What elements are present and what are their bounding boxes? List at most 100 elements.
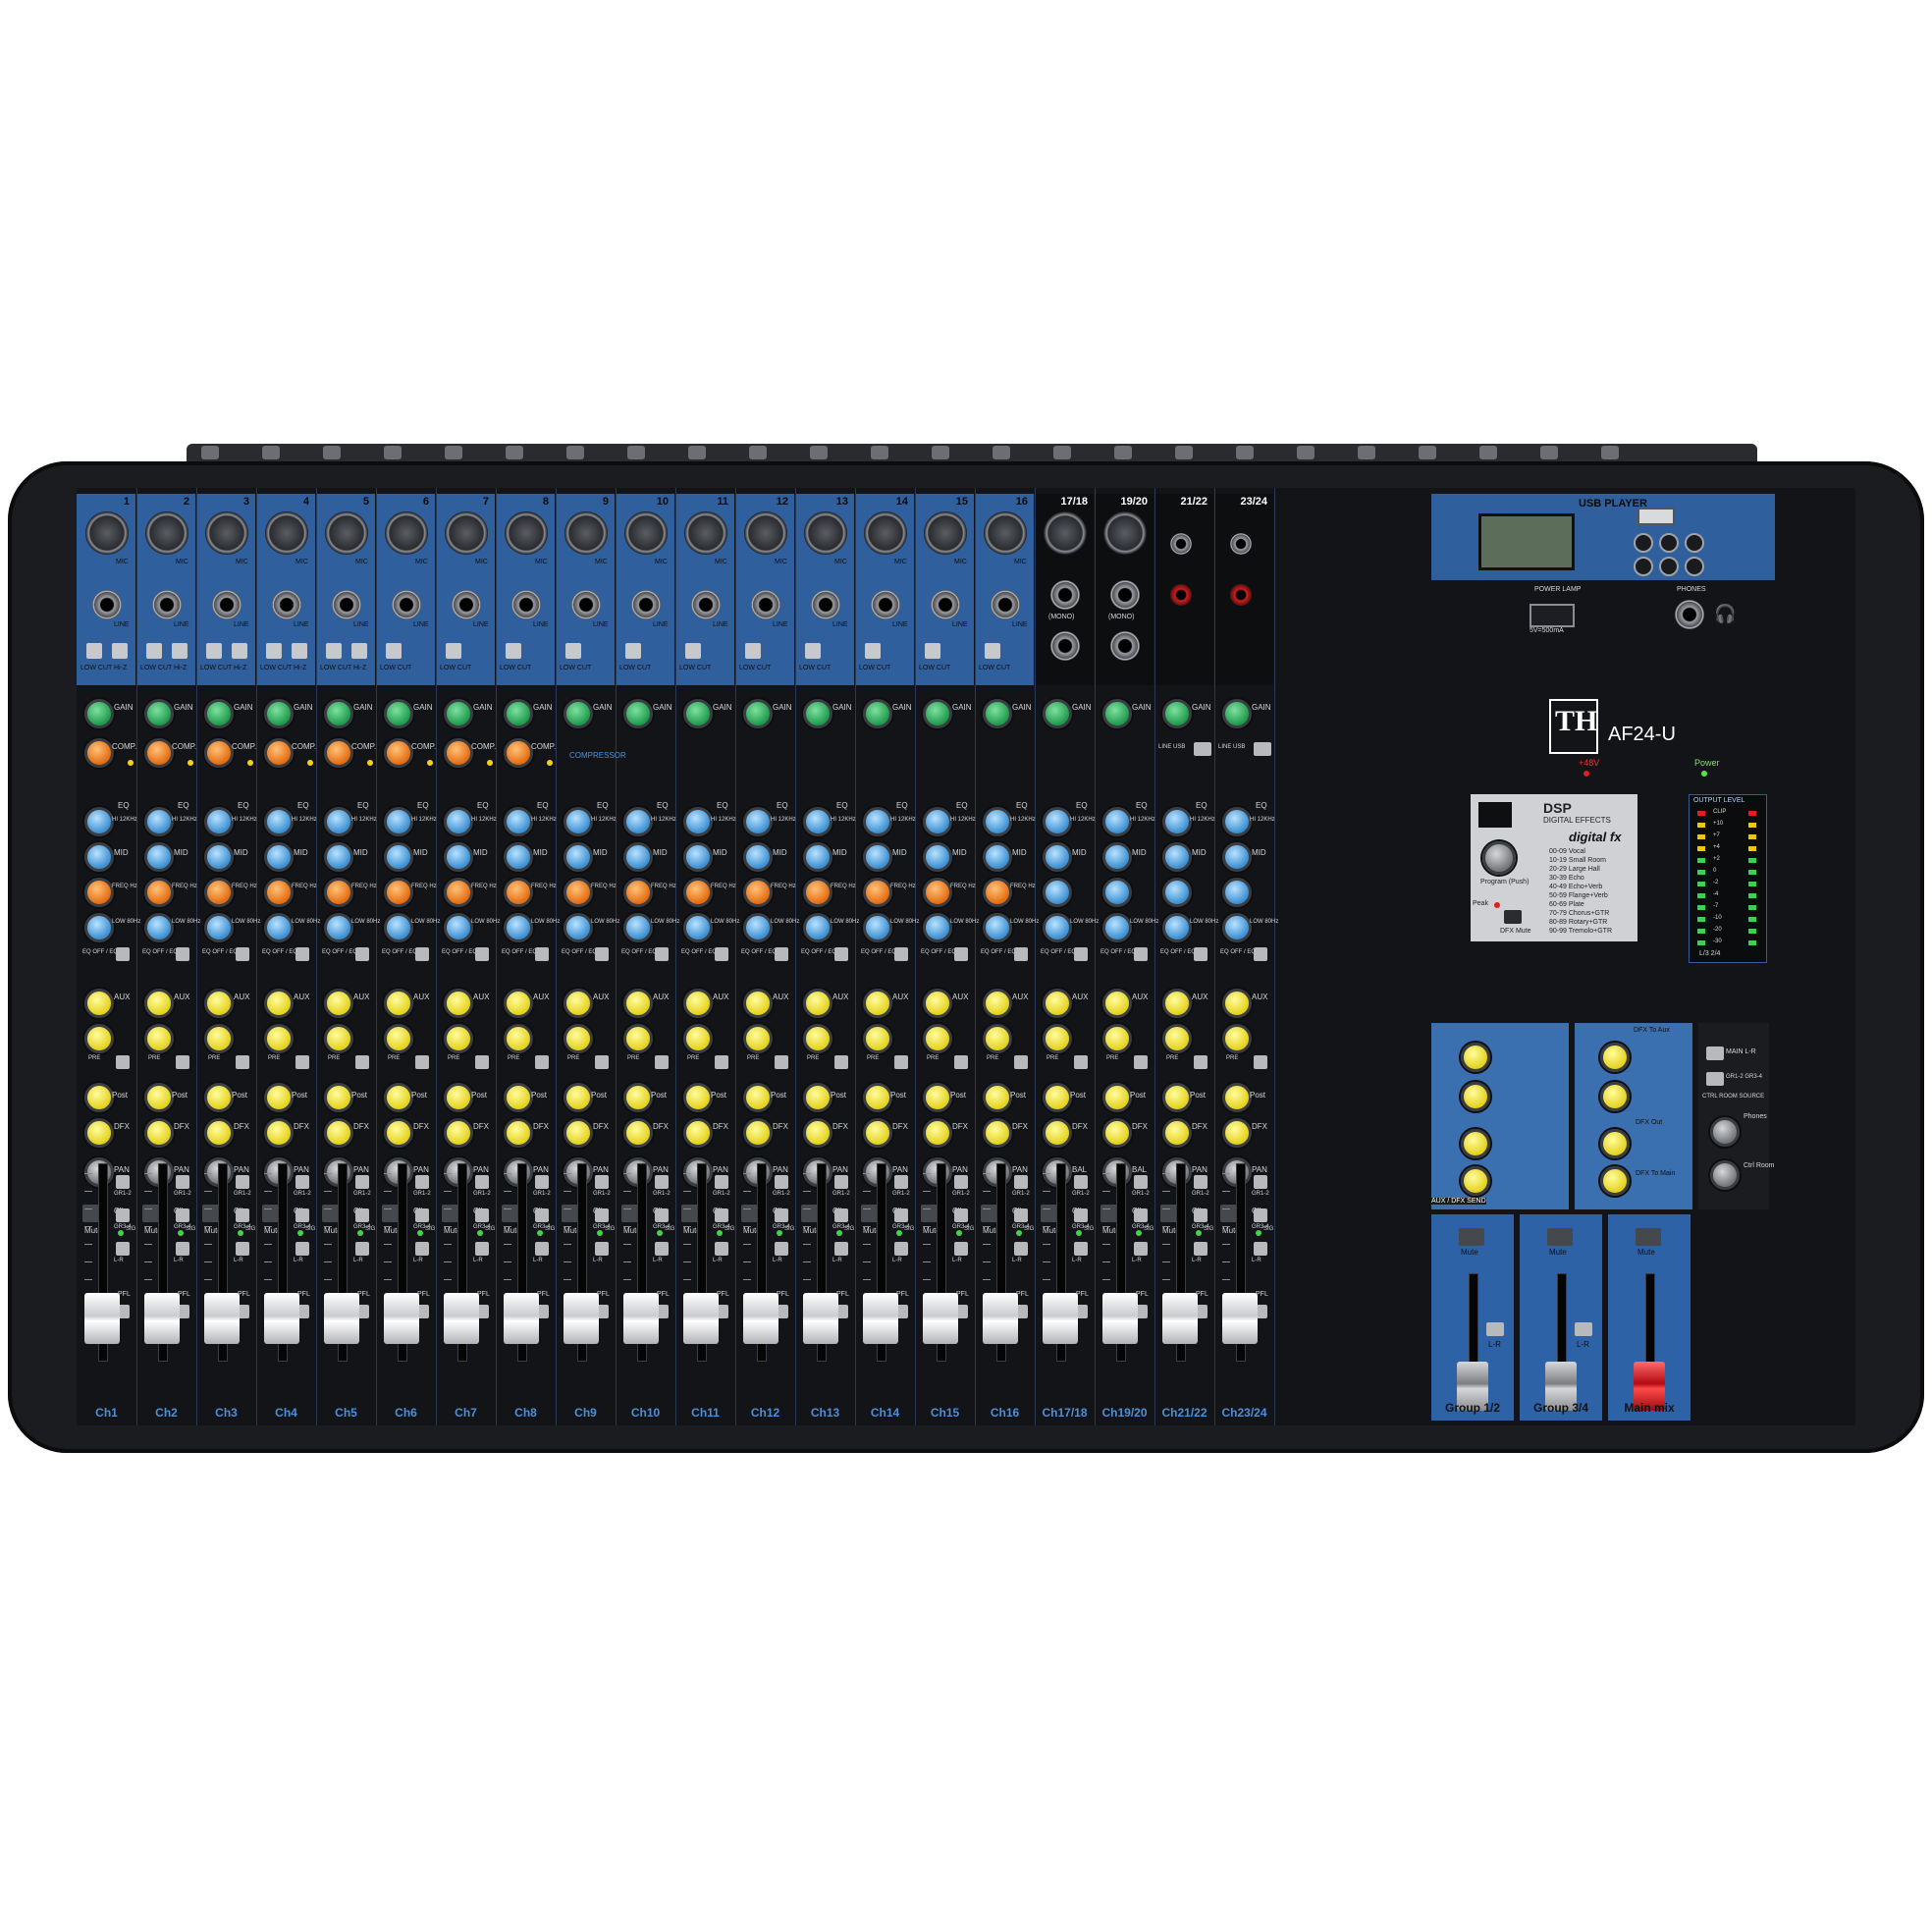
mic-input-xlr-11[interactable] bbox=[683, 511, 727, 555]
mic-input-xlr-6[interactable] bbox=[384, 511, 428, 555]
pre-post-button-17[interactable] bbox=[1074, 1055, 1088, 1069]
dfx-4-knob-14[interactable] bbox=[863, 1118, 892, 1148]
eq-mid-knob-15[interactable] bbox=[923, 842, 952, 872]
group-3-4-mute-button[interactable] bbox=[1547, 1228, 1573, 1246]
aux-1-knob-8[interactable] bbox=[504, 989, 533, 1018]
eq-freq-knob-9[interactable] bbox=[564, 878, 593, 907]
gain-knob-5[interactable] bbox=[324, 699, 353, 728]
channel-fader-5[interactable] bbox=[324, 1293, 359, 1344]
assign-gr12-button-14[interactable] bbox=[894, 1175, 908, 1189]
aux-send-2-knob[interactable] bbox=[1461, 1082, 1490, 1111]
assign-gr34-button-11[interactable] bbox=[715, 1208, 728, 1222]
eq-hi-knob-13[interactable] bbox=[803, 807, 832, 836]
assign-gr12-button-17[interactable] bbox=[1074, 1175, 1088, 1189]
eq-hi-knob-19[interactable] bbox=[1162, 807, 1192, 836]
eq-low-knob-12[interactable] bbox=[743, 913, 773, 942]
assign-gr12-button-13[interactable] bbox=[834, 1175, 848, 1189]
eq-mid-knob-3[interactable] bbox=[204, 842, 234, 872]
aux-2-knob-12[interactable] bbox=[743, 1024, 773, 1053]
aux-3-knob-8[interactable] bbox=[504, 1083, 533, 1112]
dfx-4-knob-16[interactable] bbox=[983, 1118, 1012, 1148]
dfx-4-knob-15[interactable] bbox=[923, 1118, 952, 1148]
aux-1-knob-19[interactable] bbox=[1162, 989, 1192, 1018]
usb-port-icon[interactable] bbox=[1637, 508, 1675, 525]
assign-lr-button-10[interactable] bbox=[655, 1242, 669, 1256]
main-lr-source-button[interactable] bbox=[1706, 1046, 1724, 1060]
eq-low-knob-7[interactable] bbox=[444, 913, 473, 942]
line-input-jack-13[interactable] bbox=[810, 590, 840, 619]
rca-left-jack-19[interactable] bbox=[1170, 533, 1192, 555]
group-3-4-lr-button[interactable] bbox=[1575, 1322, 1592, 1336]
eq-freq-knob-11[interactable] bbox=[683, 878, 713, 907]
aux-2-knob-7[interactable] bbox=[444, 1024, 473, 1053]
group-1-2-lr-button[interactable] bbox=[1486, 1322, 1504, 1336]
dfx-4-knob-7[interactable] bbox=[444, 1118, 473, 1148]
eq-hi-knob-14[interactable] bbox=[863, 807, 892, 836]
gain-knob-20[interactable] bbox=[1222, 699, 1252, 728]
gain-knob-1[interactable] bbox=[84, 699, 114, 728]
channel-fader-18[interactable] bbox=[1102, 1293, 1138, 1344]
dsp-program-knob[interactable] bbox=[1482, 841, 1516, 875]
aux-2-knob-17[interactable] bbox=[1043, 1024, 1072, 1053]
eq-low-knob-4[interactable] bbox=[264, 913, 294, 942]
eq-on-button-3[interactable] bbox=[236, 947, 249, 961]
assign-gr34-button-8[interactable] bbox=[535, 1208, 549, 1222]
assign-lr-button-3[interactable] bbox=[236, 1242, 249, 1256]
aux-3-knob-18[interactable] bbox=[1102, 1083, 1132, 1112]
low-cut-button-1[interactable] bbox=[86, 643, 102, 659]
gain-knob-4[interactable] bbox=[264, 699, 294, 728]
aux-2-knob-20[interactable] bbox=[1222, 1024, 1252, 1053]
line-input-left-jack-18[interactable] bbox=[1109, 580, 1140, 610]
aux-3-knob-7[interactable] bbox=[444, 1083, 473, 1112]
hi-z-button-3[interactable] bbox=[232, 643, 247, 659]
aux-1-knob-14[interactable] bbox=[863, 989, 892, 1018]
low-cut-button-9[interactable] bbox=[565, 643, 581, 659]
assign-lr-button-4[interactable] bbox=[295, 1242, 309, 1256]
channel-fader-20[interactable] bbox=[1222, 1293, 1258, 1344]
aux-1-knob-11[interactable] bbox=[683, 989, 713, 1018]
eq-hi-knob-7[interactable] bbox=[444, 807, 473, 836]
assign-gr34-button-20[interactable] bbox=[1254, 1208, 1267, 1222]
eq-mid-knob-11[interactable] bbox=[683, 842, 713, 872]
low-cut-button-12[interactable] bbox=[745, 643, 761, 659]
dfx-4-knob-6[interactable] bbox=[384, 1118, 413, 1148]
aux-1-knob-17[interactable] bbox=[1043, 989, 1072, 1018]
eq-low-knob-13[interactable] bbox=[803, 913, 832, 942]
gain-knob-17[interactable] bbox=[1043, 699, 1072, 728]
eq-freq-knob-15[interactable] bbox=[923, 878, 952, 907]
assign-gr12-button-6[interactable] bbox=[415, 1175, 429, 1189]
dfx-4-knob-17[interactable] bbox=[1043, 1118, 1072, 1148]
usb-play-button[interactable] bbox=[1634, 533, 1653, 553]
aux-3-knob-4[interactable] bbox=[264, 1083, 294, 1112]
line-input-jack-15[interactable] bbox=[930, 590, 960, 619]
eq-low-knob-11[interactable] bbox=[683, 913, 713, 942]
usb-prev-button[interactable] bbox=[1685, 533, 1704, 553]
pre-post-button-4[interactable] bbox=[295, 1055, 309, 1069]
gain-knob-14[interactable] bbox=[863, 699, 892, 728]
dfx-4-knob-11[interactable] bbox=[683, 1118, 713, 1148]
aux-2-knob-10[interactable] bbox=[623, 1024, 653, 1053]
mic-input-xlr-15[interactable] bbox=[923, 511, 967, 555]
eq-low-knob-2[interactable] bbox=[144, 913, 174, 942]
aux-3-knob-16[interactable] bbox=[983, 1083, 1012, 1112]
assign-gr12-button-2[interactable] bbox=[176, 1175, 189, 1189]
eq-freq-knob-2[interactable] bbox=[144, 878, 174, 907]
line-input-jack-6[interactable] bbox=[391, 590, 421, 619]
eq-mid-low-knob-19[interactable] bbox=[1162, 878, 1192, 907]
aux-send-1-knob[interactable] bbox=[1461, 1043, 1490, 1072]
aux-1-knob-18[interactable] bbox=[1102, 989, 1132, 1018]
eq-hi-knob-8[interactable] bbox=[504, 807, 533, 836]
line-input-jack-8[interactable] bbox=[510, 590, 541, 619]
eq-mid-knob-5[interactable] bbox=[324, 842, 353, 872]
aux-1-knob-16[interactable] bbox=[983, 989, 1012, 1018]
dfx-4-knob-5[interactable] bbox=[324, 1118, 353, 1148]
eq-low-knob-16[interactable] bbox=[983, 913, 1012, 942]
mic-input-xlr-13[interactable] bbox=[803, 511, 847, 555]
assign-gr34-button-7[interactable] bbox=[475, 1208, 489, 1222]
aux-3-knob-2[interactable] bbox=[144, 1083, 174, 1112]
pre-post-button-16[interactable] bbox=[1014, 1055, 1028, 1069]
channel-fader-1[interactable] bbox=[84, 1293, 120, 1344]
dfx-mute-button[interactable] bbox=[1504, 910, 1522, 924]
eq-hi-knob-6[interactable] bbox=[384, 807, 413, 836]
dfx-4-knob-9[interactable] bbox=[564, 1118, 593, 1148]
